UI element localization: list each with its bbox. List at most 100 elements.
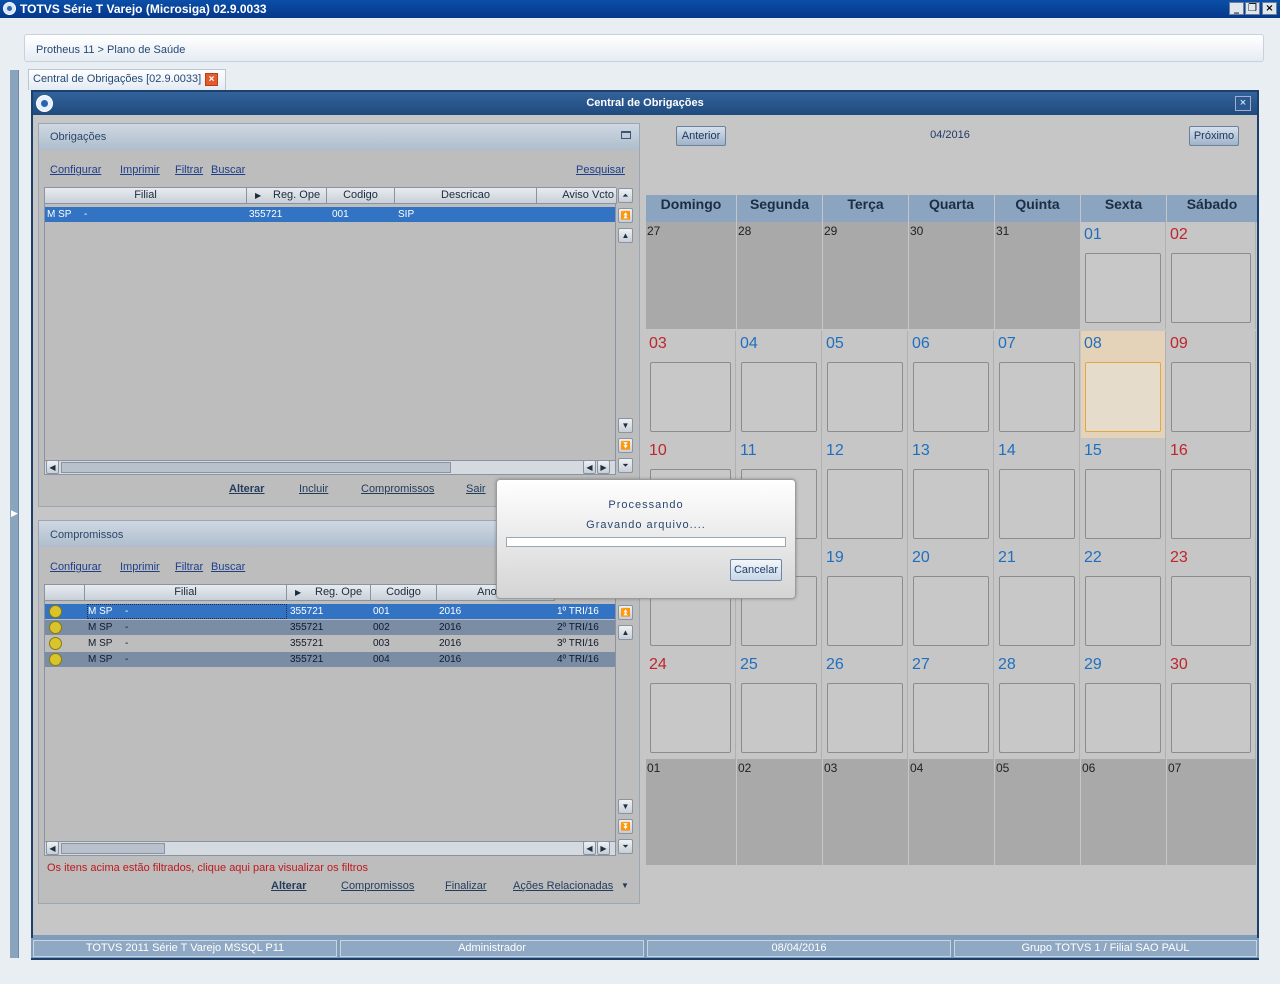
move-up-icon[interactable]: ▲ (618, 228, 633, 243)
col-aviso-vcto[interactable]: Aviso Vcto (537, 188, 617, 204)
day-events-box[interactable] (1171, 576, 1251, 646)
scroll-right-icon[interactable]: ▶ (597, 460, 610, 474)
col-codigo[interactable]: Codigo (371, 585, 437, 601)
breadcrumb[interactable]: Protheus 11 > Plano de Saúde (36, 44, 185, 56)
scroll-thumb[interactable] (61, 462, 451, 473)
table-row[interactable]: M SP - 355721 001 SIP (45, 207, 615, 222)
move-bottom-icon[interactable]: ⏷ (618, 839, 633, 854)
move-last-icon[interactable]: ⏬ (618, 438, 633, 453)
move-last-icon[interactable]: ⏬ (618, 819, 633, 834)
calendar-day[interactable]: 16 (1167, 438, 1256, 545)
obrig-alterar-button[interactable]: Alterar (229, 483, 264, 495)
expand-arrow-icon[interactable]: ▶ (11, 508, 18, 519)
move-down-icon[interactable]: ▼ (618, 418, 633, 433)
calendar-day[interactable]: 24 (646, 652, 736, 759)
calendar-day[interactable]: 14 (995, 438, 1080, 545)
day-events-box[interactable] (1171, 469, 1251, 539)
restore-button[interactable]: ❐ (1245, 2, 1260, 15)
chevron-down-icon[interactable]: ▼ (621, 881, 629, 890)
calendar-day[interactable]: 04 (909, 759, 994, 865)
obrig-compromissos-button[interactable]: Compromissos (361, 483, 434, 495)
day-events-box[interactable] (1085, 362, 1161, 432)
calendar-day[interactable]: 06 (909, 331, 994, 438)
calendar-day[interactable]: 01 (646, 759, 736, 865)
day-events-box[interactable] (1085, 253, 1161, 323)
col-status[interactable] (45, 585, 85, 601)
cancel-button[interactable]: Cancelar (730, 559, 782, 581)
calendar-day[interactable]: 30 (909, 222, 994, 329)
comp-configurar-link[interactable]: Configurar (50, 561, 101, 573)
comp-filtrar-link[interactable]: Filtrar (175, 561, 203, 573)
day-events-box[interactable] (827, 576, 903, 646)
calendar-day[interactable]: 20 (909, 545, 994, 652)
col-reg-ope[interactable]: ▶ Reg. Ope (287, 585, 371, 601)
collapse-icon[interactable] (621, 131, 631, 139)
calendar-day[interactable]: 29 (823, 222, 908, 329)
comp-finalizar-button[interactable]: Finalizar (445, 880, 487, 892)
horizontal-scrollbar[interactable]: ◀ ◀ ▶ (45, 841, 615, 855)
table-row[interactable]: M SP - 355721 003 2016 3º TRI/16 (45, 636, 615, 651)
day-events-box[interactable] (827, 362, 903, 432)
move-bottom-icon[interactable]: ⏷ (618, 458, 633, 473)
move-up-icon[interactable]: ▲ (618, 625, 633, 640)
calendar-day[interactable]: 09 (1167, 331, 1256, 438)
obrig-pesquisar-link[interactable]: Pesquisar (576, 164, 625, 176)
obrig-sair-button[interactable]: Sair (466, 483, 486, 495)
scroll-left-icon[interactable]: ◀ (583, 460, 596, 474)
day-events-box[interactable] (1085, 683, 1161, 753)
calendar-day[interactable]: 01 (1081, 222, 1166, 329)
scroll-left-icon[interactable]: ◀ (583, 841, 596, 855)
calendar-day[interactable]: 15 (1081, 438, 1166, 545)
close-app-button[interactable]: × (1262, 2, 1277, 15)
obrig-configurar-link[interactable]: Configurar (50, 164, 101, 176)
calendar-day[interactable]: 29 (1081, 652, 1166, 759)
calendar-day[interactable]: 27 (646, 222, 736, 329)
day-events-box[interactable] (1085, 576, 1161, 646)
minimize-button[interactable]: _ (1229, 2, 1244, 15)
calendar-day[interactable]: 05 (823, 331, 908, 438)
calendar-day[interactable]: 07 (1167, 759, 1256, 865)
day-events-box[interactable] (913, 469, 989, 539)
day-events-box[interactable] (999, 576, 1075, 646)
comp-alterar-button[interactable]: Alterar (271, 880, 306, 892)
day-events-box[interactable] (913, 362, 989, 432)
calendar-day[interactable]: 21 (995, 545, 1080, 652)
calendar-day[interactable]: 02 (737, 759, 822, 865)
day-events-box[interactable] (650, 362, 731, 432)
calendar-day[interactable]: 06 (1081, 759, 1166, 865)
day-events-box[interactable] (741, 683, 817, 753)
table-row[interactable]: M SP - 355721 002 2016 2º TRI/16 (45, 620, 615, 635)
calendar-day[interactable]: 26 (823, 652, 908, 759)
day-events-box[interactable] (913, 683, 989, 753)
obrig-imprimir-link[interactable]: Imprimir (120, 164, 160, 176)
calendar-day[interactable]: 28 (995, 652, 1080, 759)
day-events-box[interactable] (827, 469, 903, 539)
move-top-icon[interactable]: ⏶ (618, 188, 633, 203)
prev-month-button[interactable]: Anterior (676, 126, 726, 146)
table-row[interactable]: M SP - 355721 004 2016 4º TRI/16 (45, 652, 615, 667)
day-events-box[interactable] (741, 362, 817, 432)
day-events-box[interactable] (913, 576, 989, 646)
calendar-day[interactable]: 12 (823, 438, 908, 545)
calendar-day[interactable]: 27 (909, 652, 994, 759)
window-close-button[interactable]: × (1235, 96, 1251, 111)
table-row[interactable]: M SP - 355721 001 2016 1º TRI/16 (45, 604, 615, 619)
tab-label[interactable]: Central de Obrigações [02.9.0033] (33, 73, 201, 85)
day-events-box[interactable] (1171, 253, 1251, 323)
day-events-box[interactable] (999, 469, 1075, 539)
calendar-day[interactable]: 30 (1167, 652, 1256, 759)
scroll-right-icon[interactable]: ▶ (597, 841, 610, 855)
calendar-day[interactable]: 04 (737, 331, 822, 438)
tab-close-icon[interactable]: × (205, 73, 218, 86)
calendar-day[interactable]: 23 (1167, 545, 1256, 652)
calendar-day[interactable]: 31 (995, 222, 1080, 329)
day-events-box[interactable] (1171, 362, 1251, 432)
move-down-icon[interactable]: ▼ (618, 799, 633, 814)
obrig-incluir-button[interactable]: Incluir (299, 483, 328, 495)
calendar-day[interactable]: 19 (823, 545, 908, 652)
horizontal-scrollbar[interactable]: ◀ ◀ ▶ (45, 460, 615, 474)
calendar-day[interactable]: 28 (737, 222, 822, 329)
comp-imprimir-link[interactable]: Imprimir (120, 561, 160, 573)
calendar-day[interactable]: 03 (823, 759, 908, 865)
day-events-box[interactable] (999, 362, 1075, 432)
